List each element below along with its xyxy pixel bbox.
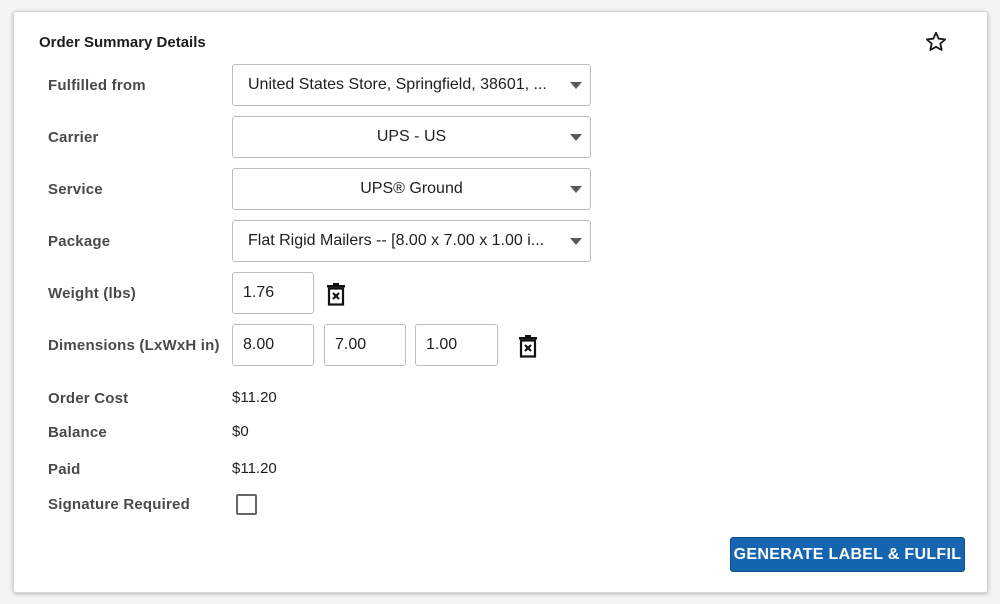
signature-required-checkbox[interactable] — [236, 494, 257, 515]
order-cost-value: $11.20 — [232, 389, 277, 406]
balance-label: Balance — [48, 424, 107, 441]
carrier-select[interactable]: UPS - US — [232, 116, 591, 158]
weight-input[interactable] — [232, 272, 314, 314]
paid-label: Paid — [48, 461, 81, 478]
dimensions-label: Dimensions (LxWxH in) — [48, 337, 220, 354]
weight-label: Weight (lbs) — [48, 285, 136, 302]
delete-dimensions-icon[interactable] — [518, 334, 538, 358]
signature-required-label: Signature Required — [48, 496, 190, 513]
height-input[interactable] — [415, 324, 498, 366]
chevron-down-icon — [570, 238, 582, 245]
chevron-down-icon — [570, 186, 582, 193]
package-value: Flat Rigid Mailers -- [8.00 x 7.00 x 1.0… — [248, 232, 545, 249]
fulfilled-from-select[interactable]: United States Store, Springfield, 38601,… — [232, 64, 591, 106]
generate-label-fulfil-button[interactable]: GENERATE LABEL & FULFIL — [730, 537, 965, 572]
star-icon[interactable] — [924, 30, 948, 54]
chevron-down-icon — [570, 82, 582, 89]
package-select[interactable]: Flat Rigid Mailers -- [8.00 x 7.00 x 1.0… — [232, 220, 591, 262]
delete-weight-icon[interactable] — [326, 282, 346, 306]
service-label: Service — [48, 181, 103, 198]
balance-value: $0 — [232, 423, 249, 440]
length-input[interactable] — [232, 324, 314, 366]
width-input[interactable] — [324, 324, 406, 366]
order-cost-label: Order Cost — [48, 390, 129, 407]
panel-title: Order Summary Details — [39, 34, 206, 51]
paid-value: $11.20 — [232, 460, 277, 477]
carrier-label: Carrier — [48, 129, 99, 146]
service-value: UPS® Ground — [360, 180, 463, 197]
chevron-down-icon — [570, 134, 582, 141]
service-select[interactable]: UPS® Ground — [232, 168, 591, 210]
fulfilled-from-label: Fulfilled from — [48, 77, 146, 94]
fulfilled-from-value: United States Store, Springfield, 38601,… — [248, 76, 547, 93]
order-summary-panel: Order Summary Details Fulfilled from Uni… — [13, 11, 988, 593]
package-label: Package — [48, 233, 111, 250]
carrier-value: UPS - US — [376, 128, 447, 145]
